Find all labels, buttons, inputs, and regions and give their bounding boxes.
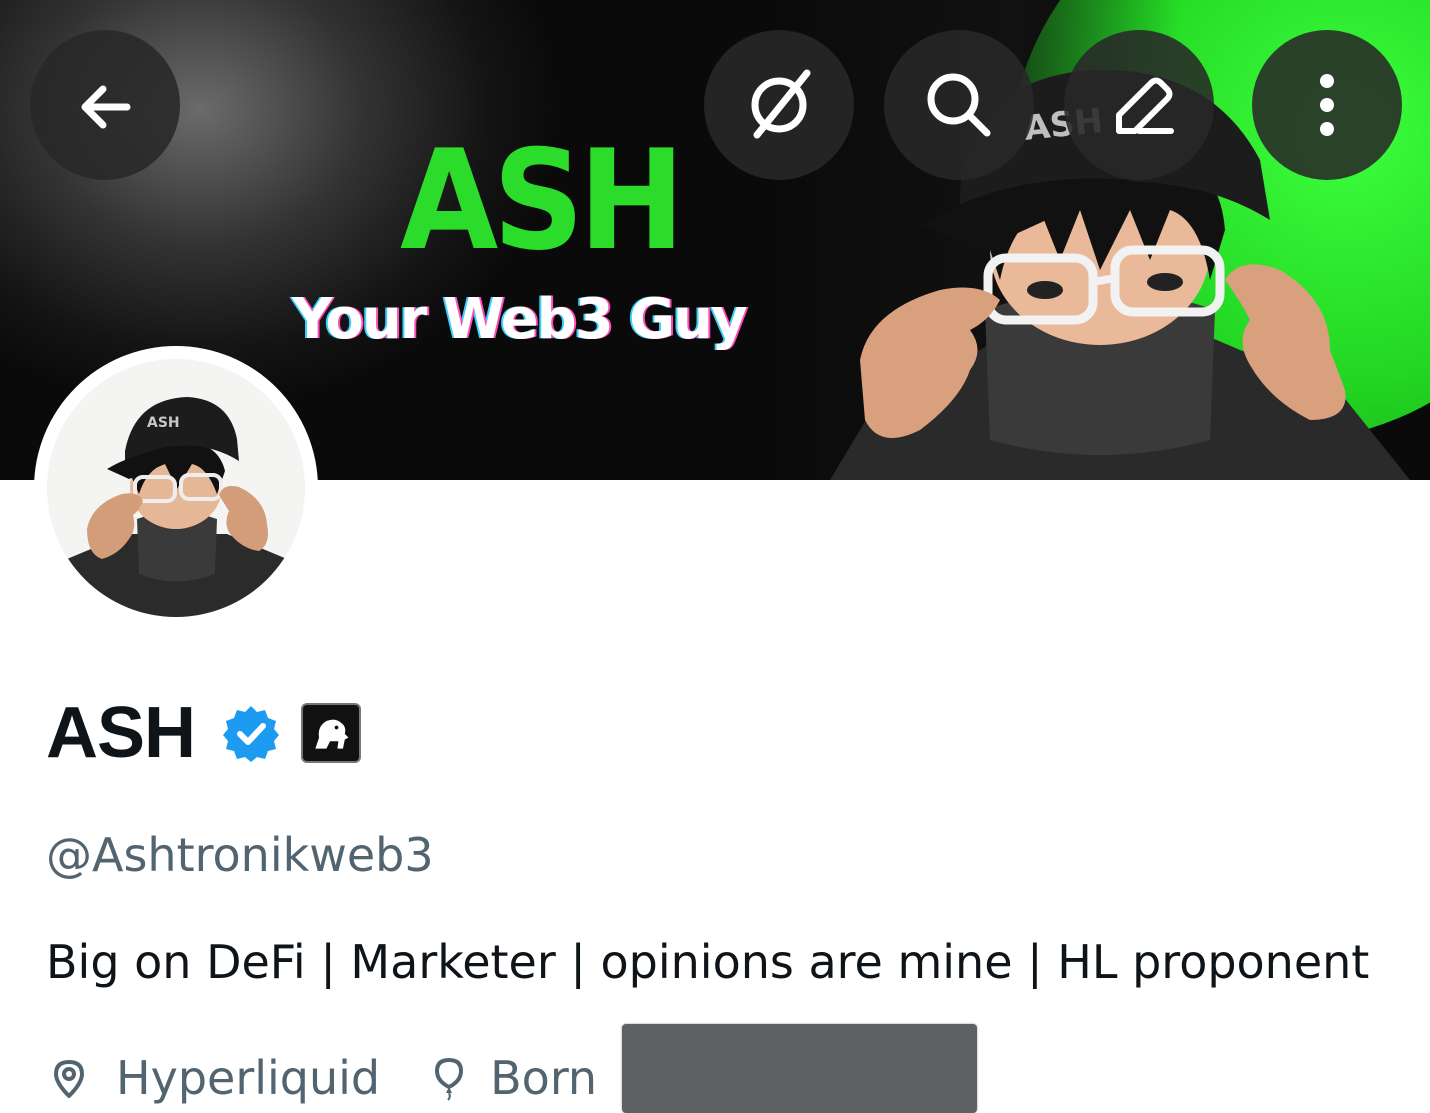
search-button[interactable] xyxy=(884,30,1034,180)
location-text: Hyperliquid xyxy=(116,1051,381,1105)
search-icon xyxy=(927,73,991,137)
edit-button[interactable] xyxy=(1064,30,1214,180)
avatar-cap-text: ASH xyxy=(147,415,180,431)
more-vertical-icon xyxy=(1320,74,1334,136)
profile-meta-row: Hyperliquid Born xyxy=(46,1046,597,1110)
lion-icon xyxy=(315,719,349,749)
profile-name-row: ASH xyxy=(46,688,362,778)
profile-avatar[interactable]: ASH xyxy=(34,346,318,630)
display-name: ASH xyxy=(46,693,196,773)
location-pin-icon xyxy=(54,1060,84,1098)
birthday-text: Born xyxy=(490,1051,598,1105)
back-button[interactable] xyxy=(30,30,180,180)
grok-button[interactable] xyxy=(704,30,854,180)
location-item: Hyperliquid xyxy=(46,1051,380,1105)
more-options-button[interactable] xyxy=(1252,30,1402,180)
banner-title: ASH xyxy=(400,120,685,281)
grok-icon xyxy=(751,69,811,139)
avatar-image: ASH xyxy=(47,359,305,617)
pencil-icon xyxy=(1116,77,1174,134)
arrow-left-icon xyxy=(81,85,131,129)
birthday-item: Born xyxy=(426,1051,597,1105)
verified-badge-icon[interactable] xyxy=(221,703,281,763)
profile-handle: @Ashtronikweb3 xyxy=(46,828,434,882)
avatar-character-illustration: ASH xyxy=(47,359,305,617)
profile-bio: Big on DeFi | Marketer | opinions are mi… xyxy=(46,935,1370,989)
affiliate-badge[interactable] xyxy=(301,703,362,763)
banner-subtitle: Your Web3 Guy xyxy=(292,287,747,352)
redaction-overlay xyxy=(622,1024,977,1113)
balloon-icon xyxy=(435,1058,464,1101)
